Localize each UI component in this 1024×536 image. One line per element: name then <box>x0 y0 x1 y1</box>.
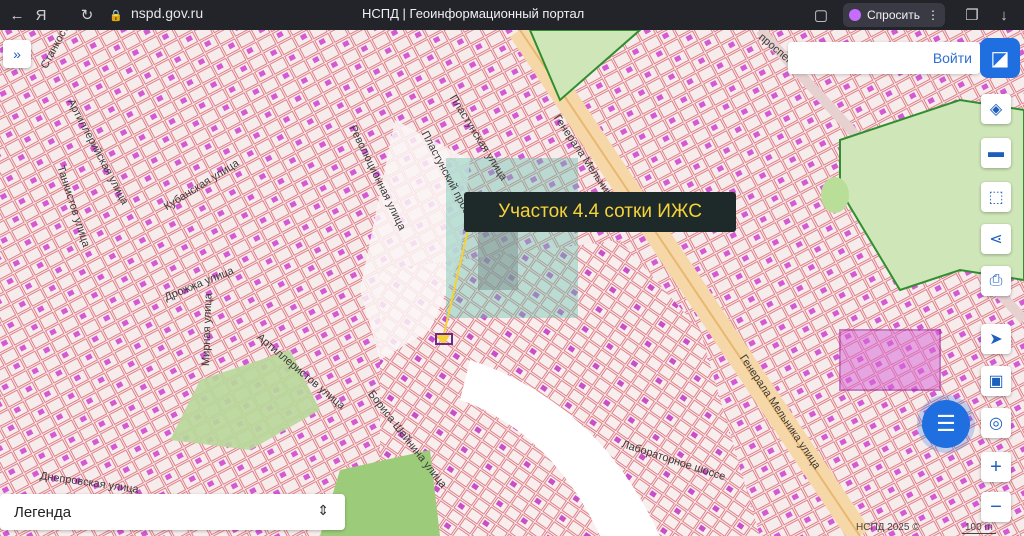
print-icon: ⎙ <box>989 272 1003 289</box>
chat-button[interactable]: ☰ <box>922 400 970 448</box>
layers-button[interactable]: ◈ <box>981 94 1011 124</box>
ruler-icon: ▬ <box>988 144 1004 161</box>
print-button[interactable]: ⎙ <box>981 266 1011 296</box>
address-bar[interactable]: nspd.gov.ru <box>131 5 203 21</box>
browser-toolbar: ← Я ↻ 🔒 nspd.gov.ru НСПД | Геоинформацио… <box>0 0 1024 30</box>
minimap-button[interactable]: ▣ <box>981 366 1011 396</box>
minimap-icon: ▣ <box>988 373 1004 390</box>
select-area-icon: ⬚ <box>988 189 1004 206</box>
map-canvas[interactable] <box>0 30 1024 536</box>
share-icon: ⋖ <box>989 231 1003 248</box>
login-button[interactable]: Войти <box>788 42 980 74</box>
zoom-in-button[interactable]: + <box>981 452 1011 482</box>
plus-icon: + <box>990 455 1002 478</box>
scale-bar: 100 m <box>962 522 996 534</box>
legend-dropdown[interactable]: Легенда ⇕ <box>0 494 345 530</box>
download-icon[interactable]: ↓ <box>994 0 1014 30</box>
legend-label: Легенда <box>14 503 72 521</box>
select-area-button[interactable]: ⬚ <box>981 182 1011 212</box>
more-icon[interactable]: ⋮ <box>927 8 939 22</box>
search-location-button[interactable]: ◎ <box>981 408 1011 438</box>
chevron-up-down-icon: ⇕ <box>317 502 329 518</box>
reload-icon[interactable]: ↻ <box>76 0 98 30</box>
nspd-logo-icon[interactable]: ◪ <box>980 38 1020 78</box>
page-title: НСПД | Геоинформационный портал <box>362 6 585 21</box>
cadastral-map[interactable]: Станкостроительная улица Артиллерийская … <box>0 30 1024 536</box>
navigation-arrow-icon: ➤ <box>989 331 1003 348</box>
back-icon[interactable]: ← <box>6 0 28 30</box>
chat-icon: ☰ <box>936 411 956 436</box>
locate-button[interactable]: ➤ <box>981 324 1011 354</box>
street-label: Мирная улица <box>200 292 215 367</box>
ask-button[interactable]: Спросить ⋮ <box>843 3 945 27</box>
search-location-icon: ◎ <box>989 415 1003 432</box>
ask-label: Спросить <box>867 8 920 22</box>
lock-icon: 🔒 <box>109 9 123 22</box>
layers-icon: ◈ <box>989 101 1003 118</box>
minus-icon: − <box>990 495 1002 518</box>
yandex-icon[interactable]: Я <box>30 0 52 30</box>
alice-icon <box>849 9 861 21</box>
ruler-button[interactable]: ▬ <box>981 138 1011 168</box>
copyright-text: НСПД 2025 © <box>856 522 920 533</box>
tabs-icon[interactable]: ❐ <box>962 0 982 30</box>
zoom-out-button[interactable]: − <box>981 492 1011 522</box>
parcel-callout: Участок 4.4 сотки ИЖС <box>464 192 736 232</box>
bookmark-icon[interactable]: ▢ <box>812 0 830 30</box>
expand-panel-button[interactable]: » <box>3 40 31 68</box>
double-chevron-right-icon: » <box>13 46 21 62</box>
share-button[interactable]: ⋖ <box>981 224 1011 254</box>
